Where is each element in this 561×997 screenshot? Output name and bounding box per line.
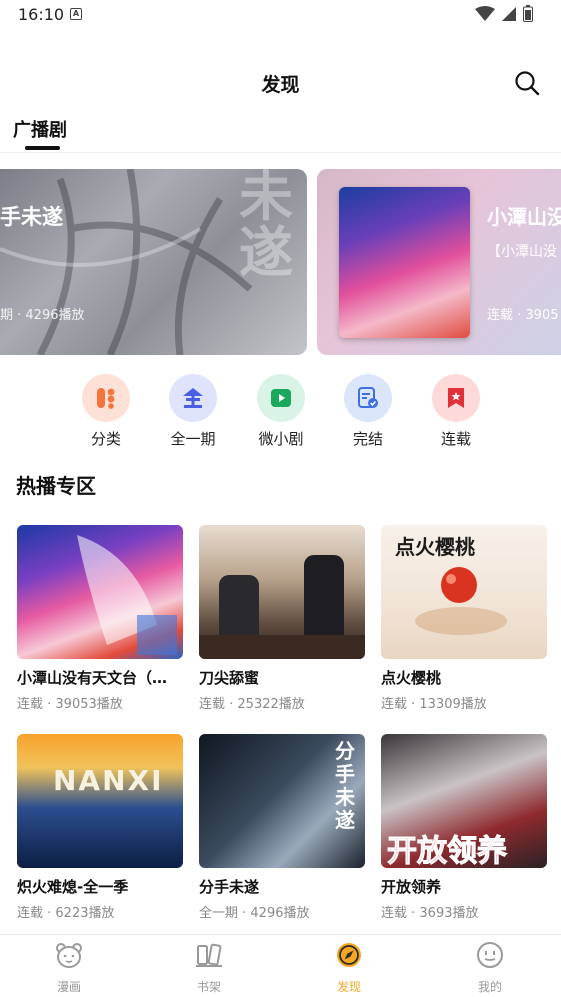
tab-radio-drama[interactable]: 广播剧 [13,116,67,142]
drama-card[interactable]: 点火樱桃 点火樱桃 连载 · 13309播放 [381,525,547,712]
category-label: 完结 [352,430,383,448]
banner-card[interactable]: 未遂 手未遂 期 · 4296播放 [0,169,307,355]
card-title: 小潭山没有天文台（… [17,669,168,687]
quan-icon [169,374,217,422]
nav-label: 我的 [477,980,502,994]
bottom-nav-divider [0,934,561,935]
bookmark-icon [432,374,480,422]
section-title: 热播专区 [16,474,96,498]
category-serializing[interactable]: 连载 [426,374,486,449]
notification-a-icon: A [70,8,82,20]
banner-title: 小潭山没 [487,205,561,229]
play-icon [257,374,305,422]
category-label: 分类 [90,430,121,448]
category-full-episode[interactable]: 全一期 [163,374,223,449]
cover-text: 分手未遂 [335,739,355,832]
category-classify[interactable]: 分类 [76,374,136,449]
bear-icon [56,943,82,968]
search-icon[interactable] [514,70,540,96]
cover-text: 开放领养 [387,834,508,869]
page-title: 发现 [261,74,300,96]
banner-subtitle: 【小潭山没 [487,244,557,260]
category-label: 微小剧 [258,430,304,448]
banner-title: 手未遂 [0,205,63,229]
signal-icon [502,6,516,21]
profile-face-icon [477,942,503,968]
card-title: 刀尖舔蜜 [199,669,260,687]
battery-icon [523,5,533,22]
status-time: 16:10 [18,5,65,24]
cover-image [17,525,183,659]
wifi-icon [475,5,495,21]
drama-card[interactable]: 刀尖舔蜜 连载 · 25322播放 [199,525,365,712]
nav-label: 漫画 [56,980,81,994]
category-completed[interactable]: 完结 [338,374,398,449]
card-meta: 连载 · 3693播放 [381,906,479,921]
compass-icon [337,943,361,967]
card-title: 炽火难熄-全一季 [17,878,129,896]
drama-card[interactable]: 小潭山没有天文台（… 连载 · 39053播放 [17,525,183,712]
card-meta: 连载 · 6223播放 [17,906,115,921]
cover-image: NANXI [17,734,183,868]
banner-cover-image [339,187,470,338]
card-meta: 全一期 · 4296播放 [199,906,310,921]
nav-profile[interactable]: 我的 [450,940,530,995]
cover-image: 分手未遂 [199,734,365,868]
banner-deco-text: 未遂 [239,169,293,284]
nav-bookshelf[interactable]: 书架 [169,940,249,995]
grid-icon [82,374,130,422]
nav-comics[interactable]: 漫画 [29,940,109,995]
discover-screen: 16:10 A 发现 广播剧 未遂 手未遂 期 · 4296播放 小潭山没 【小… [0,0,561,997]
cover-image: 开放领养 [381,734,547,868]
card-meta: 连载 · 39053播放 [17,697,123,712]
cover-text: NANXI [53,764,164,797]
card-meta: 连载 · 13309播放 [381,697,487,712]
check-document-icon [344,374,392,422]
tab-divider [0,152,561,153]
cover-image: 点火樱桃 [381,525,547,659]
drama-card[interactable]: 开放领养 开放领养 连载 · 3693播放 [381,734,547,921]
card-title: 分手未遂 [199,878,260,896]
cover-image [199,525,365,659]
card-title: 点火樱桃 [381,669,442,687]
nav-label: 发现 [336,980,361,994]
tab-active-indicator [25,146,60,150]
banner-meta: 连载 · 3905 [487,308,559,323]
drama-card[interactable]: NANXI 炽火难熄-全一季 连载 · 6223播放 [17,734,183,921]
banner-meta: 期 · 4296播放 [0,308,85,323]
category-label: 连载 [440,430,471,448]
card-meta: 连载 · 25322播放 [199,697,305,712]
category-micro-drama[interactable]: 微小剧 [251,374,311,449]
category-label: 全一期 [170,430,216,448]
drama-card[interactable]: 分手未遂 分手未遂 全一期 · 4296播放 [199,734,365,921]
nav-label: 书架 [196,980,221,994]
card-title: 开放领养 [381,878,442,896]
banner-card[interactable]: 小潭山没 【小潭山没 连载 · 3905 [317,169,561,355]
status-icons [475,5,533,22]
status-bar: 16:10 A [0,0,561,30]
nav-discover[interactable]: 发现 [309,940,389,995]
bookshelf-icon [196,943,222,967]
